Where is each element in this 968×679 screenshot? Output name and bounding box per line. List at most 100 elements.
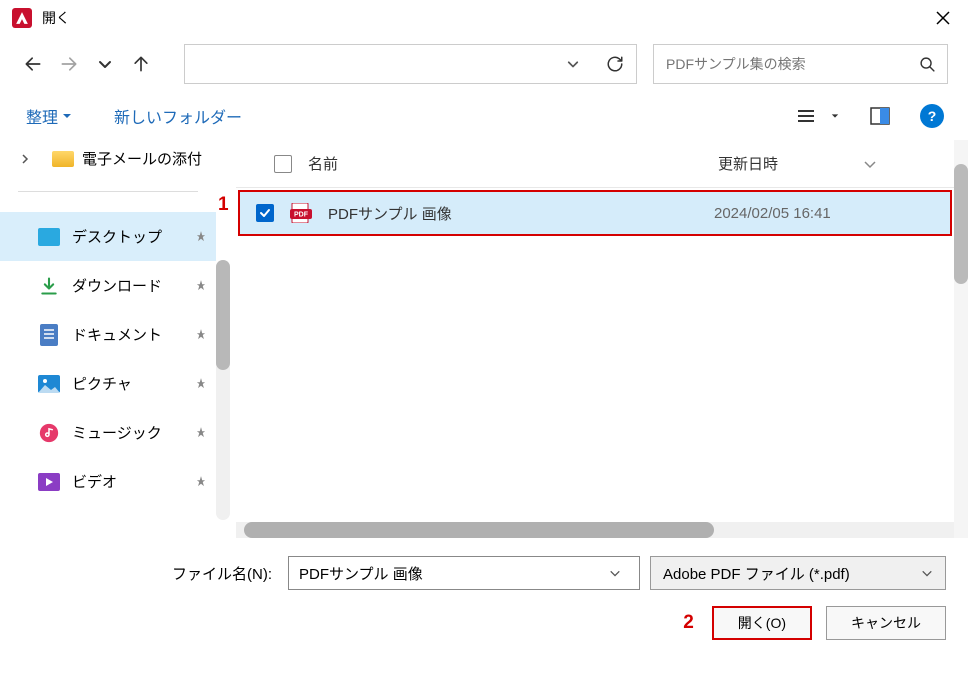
sidebar-item-label: ピクチャ xyxy=(72,373,182,394)
button-row: 2 開く(O) キャンセル xyxy=(0,602,968,658)
pin-icon xyxy=(194,426,208,440)
sidebar-item-documents[interactable]: ドキュメント xyxy=(0,310,216,359)
sidebar-item-label: ドキュメント xyxy=(72,324,182,345)
scrollbar-thumb[interactable] xyxy=(954,164,968,284)
pin-icon xyxy=(194,230,208,244)
horizontal-scrollbar[interactable] xyxy=(236,522,954,538)
back-button[interactable] xyxy=(20,51,46,77)
filetype-combobox[interactable]: Adobe PDF ファイル (*.pdf) xyxy=(650,556,946,590)
close-icon xyxy=(936,11,950,25)
filename-dropdown[interactable] xyxy=(601,567,629,579)
filename-combobox[interactable]: PDFサンプル 画像 xyxy=(288,556,640,590)
spacer xyxy=(18,380,26,388)
forward-button[interactable] xyxy=(56,51,82,77)
check-icon xyxy=(259,207,271,219)
new-folder-button[interactable]: 新しいフォルダー xyxy=(110,98,246,134)
dropdown-triangle-icon xyxy=(62,111,72,121)
scrollbar-thumb[interactable] xyxy=(216,260,230,370)
recent-dropdown[interactable] xyxy=(92,51,118,77)
address-bar[interactable] xyxy=(184,44,637,84)
chevron-right-icon xyxy=(20,154,30,164)
file-row[interactable]: PDF PDFサンプル 画像 2024/02/05 16:41 xyxy=(238,190,952,236)
preview-pane-icon xyxy=(870,106,890,126)
spacer xyxy=(18,331,26,339)
file-checkbox[interactable] xyxy=(256,204,274,222)
arrow-right-icon xyxy=(59,54,79,74)
annotation-1: 1 xyxy=(218,194,229,216)
spacer xyxy=(18,233,26,241)
file-list-empty-area xyxy=(236,238,954,522)
organize-menu[interactable]: 整理 xyxy=(22,98,76,134)
search-box[interactable] xyxy=(653,44,948,84)
up-button[interactable] xyxy=(128,51,154,77)
open-button[interactable]: 開く(O) xyxy=(712,606,812,640)
sidebar-item-videos[interactable]: ビデオ xyxy=(0,457,216,506)
file-list-header: 名前 更新日時 xyxy=(236,140,954,188)
file-date: 2024/02/05 16:41 xyxy=(714,205,934,222)
pin-icon xyxy=(194,328,208,342)
filename-label: ファイル名(N): xyxy=(22,563,278,584)
music-icon xyxy=(38,422,60,444)
chevron-down-icon xyxy=(609,567,621,579)
sidebar-item-label: ビデオ xyxy=(72,471,182,492)
sidebar: 電子メールの添付 デスクトップ ダウンロード ドキュメント xyxy=(0,140,216,538)
file-name: PDFサンプル 画像 xyxy=(328,203,698,224)
column-header-name[interactable]: 名前 xyxy=(308,153,702,174)
chevron-down-icon xyxy=(567,58,579,70)
refresh-icon xyxy=(606,55,624,73)
help-icon: ? xyxy=(920,104,944,128)
vertical-scrollbar[interactable] xyxy=(954,140,968,538)
sidebar-item-pictures[interactable]: ピクチャ xyxy=(0,359,216,408)
desktop-icon xyxy=(38,226,60,248)
list-icon xyxy=(796,106,816,126)
dropdown-triangle-icon xyxy=(831,112,839,120)
search-icon xyxy=(919,56,936,73)
new-folder-label: 新しいフォルダー xyxy=(114,104,242,128)
sidebar-item-desktop[interactable]: デスクトップ xyxy=(0,212,216,261)
svg-text:PDF: PDF xyxy=(294,212,309,219)
preview-pane-toggle[interactable] xyxy=(866,102,894,130)
chevron-down-icon xyxy=(921,567,933,579)
pictures-icon xyxy=(38,373,60,395)
close-button[interactable] xyxy=(920,0,966,36)
view-menu[interactable] xyxy=(792,102,820,130)
refresh-button[interactable] xyxy=(594,45,636,83)
video-icon xyxy=(38,471,60,493)
pdf-icon: PDF xyxy=(290,203,312,223)
organize-label: 整理 xyxy=(26,104,58,128)
window-title: 開く xyxy=(42,8,920,28)
breadcrumb-label: 電子メールの添付 xyxy=(82,148,202,169)
arrow-up-icon xyxy=(131,54,151,74)
select-all-checkbox[interactable] xyxy=(274,155,292,173)
cancel-button[interactable]: キャンセル xyxy=(826,606,946,640)
breadcrumb[interactable]: 電子メールの添付 xyxy=(0,140,216,177)
sidebar-scrollbar[interactable] xyxy=(216,260,230,520)
pin-icon xyxy=(194,475,208,489)
sidebar-item-downloads[interactable]: ダウンロード xyxy=(0,261,216,310)
pin-icon xyxy=(194,377,208,391)
filename-value: PDFサンプル 画像 xyxy=(299,563,601,584)
sidebar-item-label: ミュージック xyxy=(72,422,182,443)
search-input[interactable] xyxy=(654,56,907,72)
file-list: 名前 更新日時 1 PDF PDFサンプル 画像 2024/02/0 xyxy=(236,140,954,538)
sidebar-item-label: ダウンロード xyxy=(72,275,182,296)
navigation-bar xyxy=(0,36,968,92)
help-button[interactable]: ? xyxy=(918,102,946,130)
folder-icon xyxy=(52,151,74,167)
scrollbar-thumb[interactable] xyxy=(244,522,714,538)
title-bar: 開く xyxy=(0,0,968,36)
spacer xyxy=(18,478,26,486)
pin-icon xyxy=(194,279,208,293)
column-header-date[interactable]: 更新日時 xyxy=(718,153,938,174)
divider xyxy=(18,191,198,192)
arrow-left-icon xyxy=(23,54,43,74)
sidebar-item-label: デスクトップ xyxy=(72,226,182,247)
address-dropdown[interactable] xyxy=(552,45,594,83)
chevron-down-icon xyxy=(862,159,878,169)
view-dropdown[interactable] xyxy=(828,102,842,130)
spacer xyxy=(18,429,26,437)
download-icon xyxy=(38,275,60,297)
sidebar-item-music[interactable]: ミュージック xyxy=(0,408,216,457)
address-input[interactable] xyxy=(185,56,552,72)
search-button[interactable] xyxy=(907,45,947,83)
